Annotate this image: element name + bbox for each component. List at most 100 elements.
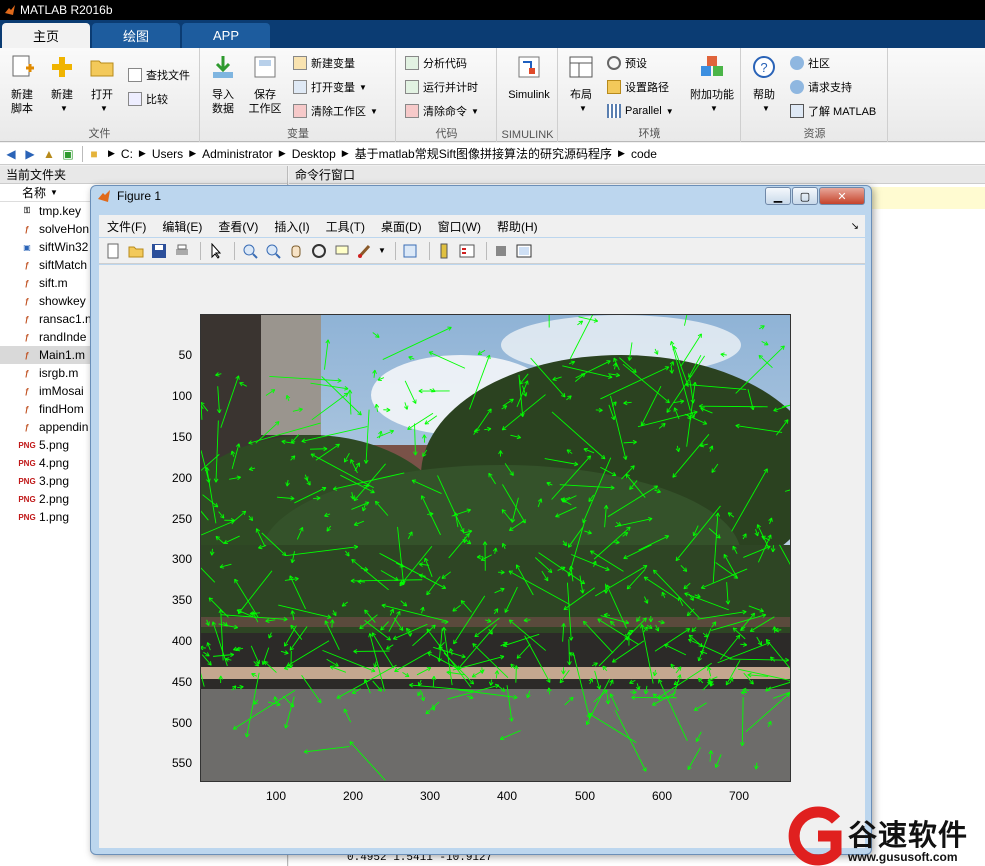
data-cursor-icon[interactable] [332,241,351,260]
layout-caret-icon: ▼ [579,104,587,113]
keypoint-arrow [239,382,247,387]
menu-insert[interactable]: 插入(I) [266,218,317,235]
brush-caret-icon[interactable]: ▼ [378,246,386,255]
simulink-button[interactable]: Simulink [504,54,554,102]
hide-plot-tools-icon[interactable] [492,241,511,260]
layout-button[interactable]: 布局 ▼ [565,54,597,116]
keypoint-arrow [354,462,360,472]
brush-icon[interactable] [355,241,374,260]
gear-icon [607,56,621,70]
up-folder-icon[interactable]: ▲ [41,146,57,162]
clear-workspace-button[interactable]: 清除工作区 ▼ [293,102,378,120]
open-file-icon[interactable] [126,241,145,260]
image-axes[interactable]: 50 100 150 200 250 300 350 400 450 500 5… [172,314,791,803]
new-script-label: 新建 脚本 [11,89,33,115]
keypoint-arrow [567,526,584,548]
breadcrumb-item[interactable]: Desktop [292,147,336,161]
keypoint-arrow [389,608,394,616]
breadcrumb-item[interactable]: C: [121,147,133,161]
minimize-button[interactable]: ▁ [765,187,791,205]
keypoint-arrow [309,446,328,452]
menu-edit[interactable]: 编辑(E) [154,218,210,235]
keypoint-arrow [372,680,383,692]
set-path-button[interactable]: 设置路径 [607,78,669,96]
breadcrumb-item[interactable]: Users [152,147,183,161]
preferences-button[interactable]: 预设 [607,54,647,72]
open-button[interactable]: 打开 ▼ [86,54,118,116]
file-group: 新建 脚本 新建 ▼ 打开 ▼ 查找文件 比较 文件 [0,48,200,142]
select-arrow-icon[interactable] [206,241,225,260]
parallel-button[interactable]: Parallel ▼ [607,102,674,120]
close-button[interactable]: ✕ [819,187,865,205]
menu-tools[interactable]: 工具(T) [318,218,373,235]
keypoint-arrow [341,601,348,607]
community-button[interactable]: 社区 [790,54,830,72]
help-button[interactable]: ? 帮助 ▼ [748,54,780,116]
legend-icon[interactable] [458,241,477,260]
breadcrumb-item[interactable]: code [631,147,657,161]
keypoint-arrow [672,434,710,478]
breadcrumb-item[interactable]: Administrator [202,147,273,161]
browse-folder-icon[interactable]: ▣ [60,146,76,162]
keypoint-arrow [684,592,729,611]
request-support-label: 请求支持 [808,82,852,94]
menu-window[interactable]: 窗口(W) [430,218,489,235]
learn-matlab-icon [790,104,804,118]
y-tick-label: 200 [171,471,192,485]
address-bar: ◀ ▶ ▲ ▣ ■ ▶ C: ▶ Users ▶ Administrator ▶… [0,143,985,165]
compare-button[interactable]: 比较 [128,90,168,108]
zoom-out-icon[interactable] [263,241,282,260]
maximize-button[interactable]: ▢ [792,187,818,205]
tab-home[interactable]: 主页 [2,23,90,48]
learn-matlab-button[interactable]: 了解 MATLAB [790,102,876,120]
forward-arrow-icon[interactable]: ▶ [22,146,38,162]
import-data-button[interactable]: 导入 数据 [207,54,239,116]
addons-button[interactable]: 附加功能 ▼ [687,54,737,116]
new-button[interactable]: 新建 ▼ [46,54,78,116]
keypoint-arrow [218,609,224,661]
rotate-3d-icon[interactable] [309,241,328,260]
keypoint-arrow [303,746,350,754]
keypoint-arrow [225,657,232,662]
breadcrumb-item[interactable]: 基于matlab常规Sift图像拼接算法的研究源码程序 [355,145,612,162]
find-files-button[interactable]: 查找文件 [128,66,190,84]
keypoint-arrow [332,610,337,617]
keypoint-arrow [526,690,531,699]
keypoint-arrow [350,492,355,500]
pan-hand-icon[interactable] [286,241,305,260]
keypoint-arrow [219,563,232,569]
menu-view[interactable]: 查看(V) [210,218,266,235]
request-support-button[interactable]: 请求支持 [790,78,852,96]
clear-commands-button[interactable]: 清除命令 ▼ [405,102,479,120]
run-and-time-button[interactable]: 运行并计时 [405,78,478,96]
clear-workspace-icon [293,104,307,118]
community-icon [790,56,804,70]
keypoint-arrow [664,643,687,656]
new-script-icon [12,55,34,77]
tab-apps[interactable]: APP [182,23,270,48]
keypoint-arrow [691,626,697,632]
menu-file[interactable]: 文件(F) [99,218,154,235]
keypoint-arrow [784,489,790,492]
new-figure-icon[interactable] [103,241,122,260]
menu-desktop[interactable]: 桌面(D) [373,218,430,235]
open-variable-button[interactable]: 打开变量 ▼ [293,78,367,96]
back-arrow-icon[interactable]: ◀ [3,146,19,162]
link-plot-icon[interactable] [401,241,420,260]
keypoint-arrow [484,426,492,432]
keypoint-arrow [625,473,646,498]
tab-plots[interactable]: 绘图 [92,23,180,48]
new-variable-button[interactable]: 新建变量 [293,54,355,72]
menu-dock-arrow-icon[interactable]: ↘ [851,221,859,232]
file-name: 3.png [39,474,70,488]
print-icon[interactable] [172,241,191,260]
zoom-in-icon[interactable] [240,241,259,260]
save-workspace-button[interactable]: 保存 工作区 [245,54,285,116]
show-plot-tools-icon[interactable] [515,241,534,260]
menu-help[interactable]: 帮助(H) [489,218,546,235]
keypoint-arrow [516,643,531,659]
save-figure-icon[interactable] [149,241,168,260]
colorbar-icon[interactable] [435,241,454,260]
analyze-code-button[interactable]: 分析代码 [405,54,467,72]
new-script-button[interactable]: 新建 脚本 [6,54,38,116]
